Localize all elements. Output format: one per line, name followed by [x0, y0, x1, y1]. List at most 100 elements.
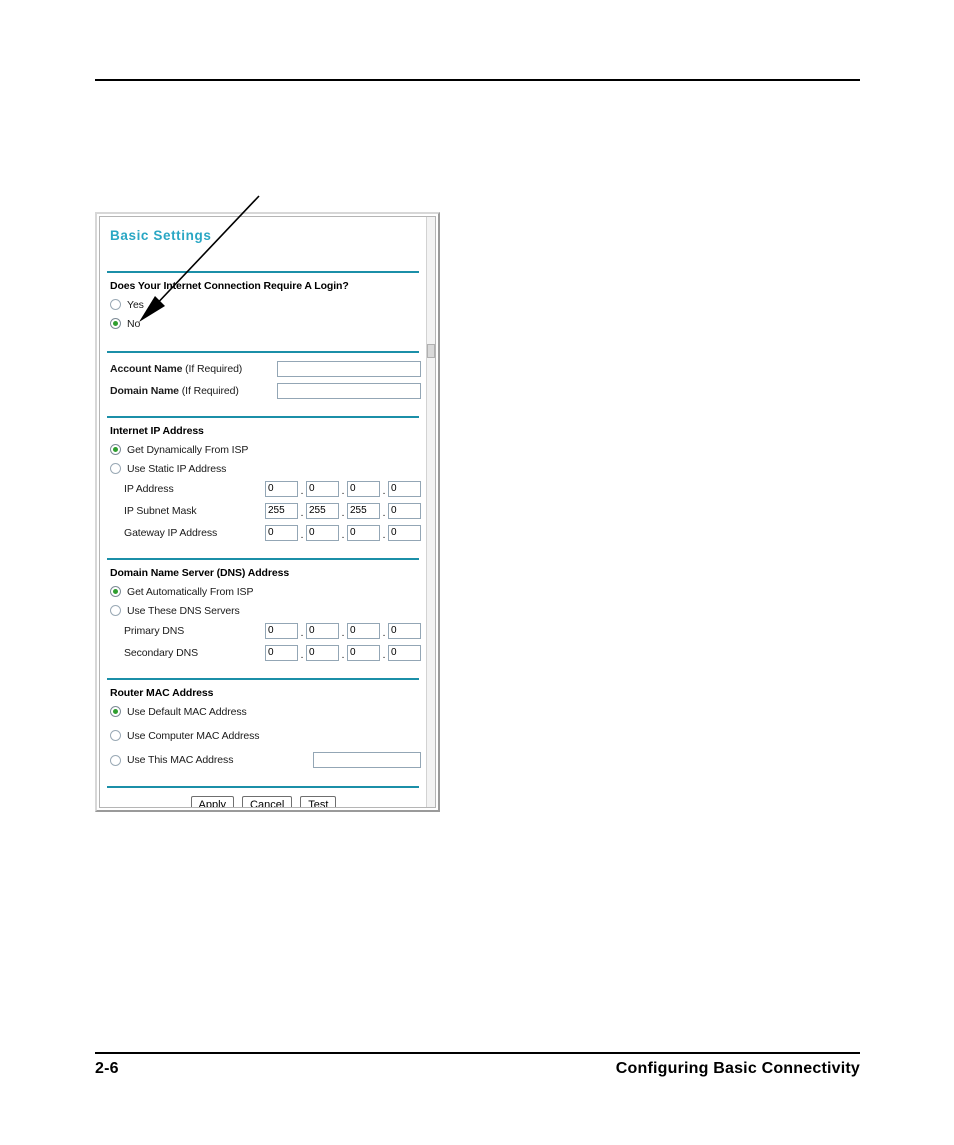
octet-separator: .: [300, 650, 304, 661]
primary-dns-octet-2[interactable]: 0: [306, 623, 339, 639]
row-ip-subnet-mask: IP Subnet Mask 255 . 255 . 255 . 0: [110, 502, 421, 520]
gateway-ip-address-label: Gateway IP Address: [124, 527, 218, 539]
gateway-ip-octet-2[interactable]: 0: [306, 525, 339, 541]
ip-subnet-mask-octet-4[interactable]: 0: [388, 503, 421, 519]
octet-separator: .: [300, 530, 304, 541]
radio-dns-manual[interactable]: Use These DNS Servers: [110, 603, 421, 618]
radio-mac-custom[interactable]: Use This MAC Address: [110, 752, 421, 768]
secondary-dns-octet-2[interactable]: 0: [306, 645, 339, 661]
radio-mac-custom-label: Use This MAC Address: [127, 754, 234, 766]
account-name-label: Account Name (If Required): [110, 363, 277, 375]
footer-chapter-title: Configuring Basic Connectivity: [615, 1060, 860, 1077]
apply-button[interactable]: Apply: [190, 796, 235, 807]
radio-login-no[interactable]: No: [110, 316, 421, 331]
octet-separator: .: [300, 486, 304, 497]
cancel-button[interactable]: Cancel: [242, 796, 293, 807]
radio-dns-auto-control[interactable]: [110, 586, 121, 597]
section-dns: Domain Name Server (DNS) Address Get Aut…: [106, 560, 421, 678]
radio-dns-auto[interactable]: Get Automatically From ISP: [110, 584, 421, 599]
radio-login-no-label: No: [127, 317, 141, 330]
radio-ip-static-control[interactable]: [110, 463, 121, 474]
ip-address-octet-1[interactable]: 0: [265, 481, 298, 497]
primary-dns-octet-3[interactable]: 0: [347, 623, 380, 639]
secondary-dns-label: Secondary DNS: [124, 647, 198, 659]
octet-separator: .: [341, 508, 345, 519]
radio-mac-computer-label: Use Computer MAC Address: [127, 729, 260, 742]
radio-mac-computer[interactable]: Use Computer MAC Address: [110, 728, 421, 743]
radio-login-yes[interactable]: Yes: [110, 297, 421, 312]
section-router-mac: Router MAC Address Use Default MAC Addre…: [106, 680, 421, 786]
radio-ip-static[interactable]: Use Static IP Address: [110, 461, 421, 476]
radio-mac-default-label: Use Default MAC Address: [127, 705, 247, 718]
ip-subnet-mask-octet-3[interactable]: 255: [347, 503, 380, 519]
scrollbar-thumb[interactable]: [427, 344, 435, 358]
radio-dns-manual-control[interactable]: [110, 605, 121, 616]
octet-separator: .: [382, 650, 386, 661]
ip-address-octet-4[interactable]: 0: [388, 481, 421, 497]
radio-ip-dynamic-label: Get Dynamically From ISP: [127, 443, 249, 456]
section-login-required: Does Your Internet Connection Require A …: [106, 273, 421, 351]
account-name-input[interactable]: [277, 361, 421, 377]
radio-ip-dynamic[interactable]: Get Dynamically From ISP: [110, 442, 421, 457]
page-footer-rule: [95, 1052, 860, 1054]
octet-separator: .: [341, 486, 345, 497]
octet-separator: .: [382, 628, 386, 639]
primary-dns-octet-1[interactable]: 0: [265, 623, 298, 639]
login-required-heading: Does Your Internet Connection Require A …: [110, 280, 349, 292]
octet-separator: .: [382, 486, 386, 497]
radio-login-yes-label: Yes: [127, 298, 144, 311]
gateway-ip-octet-1[interactable]: 0: [265, 525, 298, 541]
primary-dns-octet-4[interactable]: 0: [388, 623, 421, 639]
radio-login-no-control[interactable]: [110, 318, 121, 329]
mac-address-input[interactable]: [313, 752, 421, 768]
octet-separator: .: [341, 650, 345, 661]
domain-name-label-bold: Domain Name: [110, 385, 179, 397]
radio-mac-computer-control[interactable]: [110, 730, 121, 741]
radio-ip-dynamic-control[interactable]: [110, 444, 121, 455]
radio-dns-manual-label: Use These DNS Servers: [127, 604, 240, 617]
ip-subnet-mask-octet-1[interactable]: 255: [265, 503, 298, 519]
domain-name-label: Domain Name (If Required): [110, 385, 277, 397]
radio-mac-default-control[interactable]: [110, 706, 121, 717]
ip-address-octets: 0 . 0 . 0 . 0: [265, 481, 421, 497]
secondary-dns-octets: 0 . 0 . 0 . 0: [265, 645, 421, 661]
router-mac-heading: Router MAC Address: [110, 687, 214, 699]
row-primary-dns: Primary DNS 0 . 0 . 0 . 0: [110, 622, 421, 640]
ip-subnet-mask-octets: 255 . 255 . 255 . 0: [265, 503, 421, 519]
ip-address-label: IP Address: [124, 483, 174, 495]
gateway-ip-octet-4[interactable]: 0: [388, 525, 421, 541]
radio-mac-custom-control[interactable]: [110, 754, 121, 766]
primary-dns-octets: 0 . 0 . 0 . 0: [265, 623, 421, 639]
radio-dns-auto-label: Get Automatically From ISP: [127, 585, 254, 598]
page-title: Basic Settings: [110, 228, 212, 243]
domain-name-label-note: (If Required): [178, 385, 239, 397]
dns-heading: Domain Name Server (DNS) Address: [110, 567, 290, 579]
primary-dns-label: Primary DNS: [124, 625, 185, 637]
radio-mac-default[interactable]: Use Default MAC Address: [110, 704, 421, 719]
secondary-dns-octet-1[interactable]: 0: [265, 645, 298, 661]
secondary-dns-octet-3[interactable]: 0: [347, 645, 380, 661]
ip-address-octet-3[interactable]: 0: [347, 481, 380, 497]
button-bar: Apply Cancel Test: [106, 788, 421, 807]
panel-content: Basic Settings Does Your Internet Connec…: [100, 217, 427, 807]
secondary-dns-octet-4[interactable]: 0: [388, 645, 421, 661]
test-button[interactable]: Test: [300, 796, 337, 807]
octet-separator: .: [382, 530, 386, 541]
page-header-rule: [95, 79, 860, 81]
domain-name-input[interactable]: [277, 383, 421, 399]
row-account-name: Account Name (If Required): [110, 360, 421, 378]
section-account-name: Account Name (If Required) Domain Name (…: [106, 353, 421, 416]
octet-separator: .: [382, 508, 386, 519]
gateway-ip-octet-3[interactable]: 0: [347, 525, 380, 541]
panel-scrollbar[interactable]: [426, 217, 435, 807]
internet-ip-heading: Internet IP Address: [110, 425, 204, 437]
radio-login-yes-control[interactable]: [110, 299, 121, 310]
row-secondary-dns: Secondary DNS 0 . 0 . 0 . 0: [110, 644, 421, 662]
gateway-ip-octets: 0 . 0 . 0 . 0: [265, 525, 421, 541]
ip-address-octet-2[interactable]: 0: [306, 481, 339, 497]
octet-separator: .: [300, 628, 304, 639]
account-name-label-note: (If Required): [182, 363, 243, 375]
account-name-label-bold: Account Name: [110, 363, 183, 375]
row-gateway-ip-address: Gateway IP Address 0 . 0 . 0 . 0: [110, 524, 421, 542]
ip-subnet-mask-octet-2[interactable]: 255: [306, 503, 339, 519]
